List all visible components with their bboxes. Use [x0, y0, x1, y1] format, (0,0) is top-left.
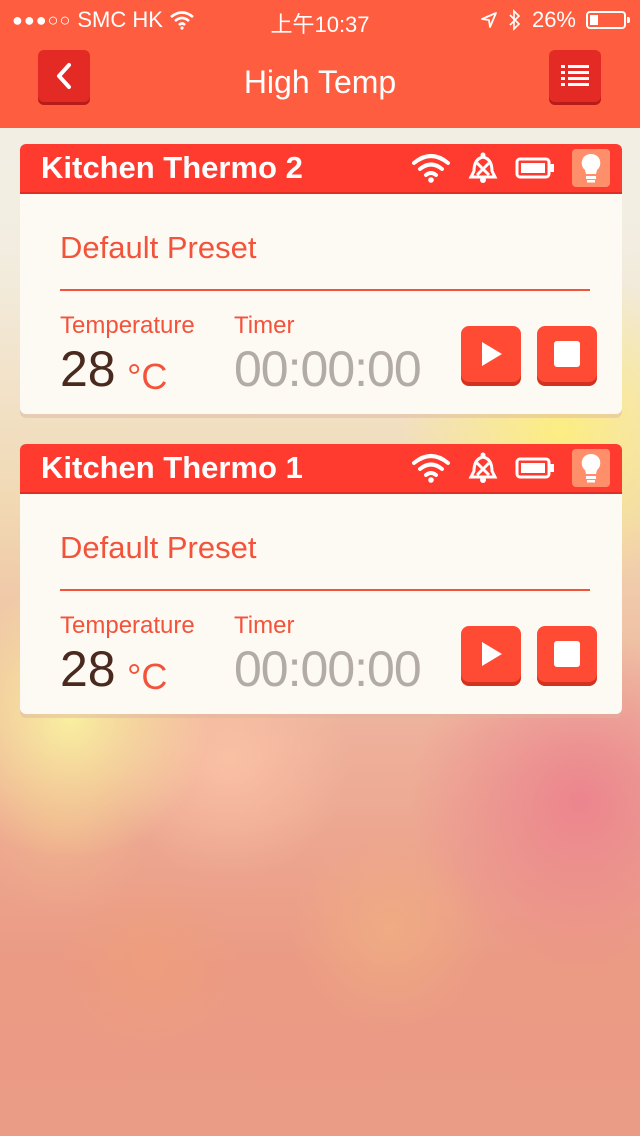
- temperature-unit: °C: [127, 656, 168, 697]
- device-name: Kitchen Thermo 2: [41, 150, 303, 185]
- stop-button[interactable]: [537, 326, 597, 382]
- temperature-label: Temperature: [60, 612, 195, 639]
- bluetooth-icon: [509, 9, 521, 31]
- menu-button[interactable]: [549, 50, 601, 102]
- divider: [60, 589, 590, 591]
- play-button[interactable]: [461, 326, 521, 382]
- temperature-unit: °C: [127, 356, 168, 397]
- light-toggle[interactable]: [572, 149, 610, 187]
- timer-value: 00:00:00: [234, 341, 422, 397]
- preset-name[interactable]: Default Preset: [60, 530, 256, 566]
- app-header: ●●●○○ SMC HK 上午10:37 26% High Temp: [0, 0, 640, 128]
- battery-icon: [515, 457, 554, 479]
- play-icon: [482, 342, 502, 366]
- wifi-icon: [412, 454, 450, 483]
- temperature-label: Temperature: [60, 312, 195, 339]
- stop-icon: [554, 641, 580, 667]
- status-bar: ●●●○○ SMC HK 上午10:37 26%: [0, 0, 640, 40]
- play-icon: [482, 642, 502, 666]
- device-card-header: Kitchen Thermo 1: [20, 444, 622, 494]
- play-button[interactable]: [461, 626, 521, 682]
- device-card-header: Kitchen Thermo 2: [20, 144, 622, 194]
- timer-value: 00:00:00: [234, 641, 422, 697]
- location-arrow-icon: [481, 12, 497, 28]
- light-toggle[interactable]: [572, 449, 610, 487]
- list-icon: [561, 65, 589, 86]
- stop-button[interactable]: [537, 626, 597, 682]
- battery-icon: [515, 157, 554, 179]
- device-card[interactable]: Kitchen Thermo 1 Default Preset Temperat…: [20, 444, 622, 714]
- stop-icon: [554, 341, 580, 367]
- battery-percent: 26%: [531, 7, 576, 32]
- lightbulb-icon: [581, 453, 601, 483]
- alarm-bell-off-icon: [468, 452, 498, 483]
- wifi-icon: [412, 154, 450, 183]
- preset-name[interactable]: Default Preset: [60, 230, 256, 266]
- battery-icon: [586, 11, 630, 29]
- timer-label: Timer: [234, 312, 295, 339]
- device-card[interactable]: Kitchen Thermo 2 Default Preset Temperat…: [20, 144, 622, 414]
- page-title: High Temp: [243, 64, 397, 100]
- lightbulb-icon: [581, 153, 601, 183]
- alarm-bell-off-icon: [468, 152, 498, 183]
- timer-label: Timer: [234, 612, 295, 639]
- temperature-value: 28: [60, 341, 116, 397]
- device-name: Kitchen Thermo 1: [41, 450, 303, 485]
- temperature-value: 28: [60, 641, 116, 697]
- divider: [60, 289, 590, 291]
